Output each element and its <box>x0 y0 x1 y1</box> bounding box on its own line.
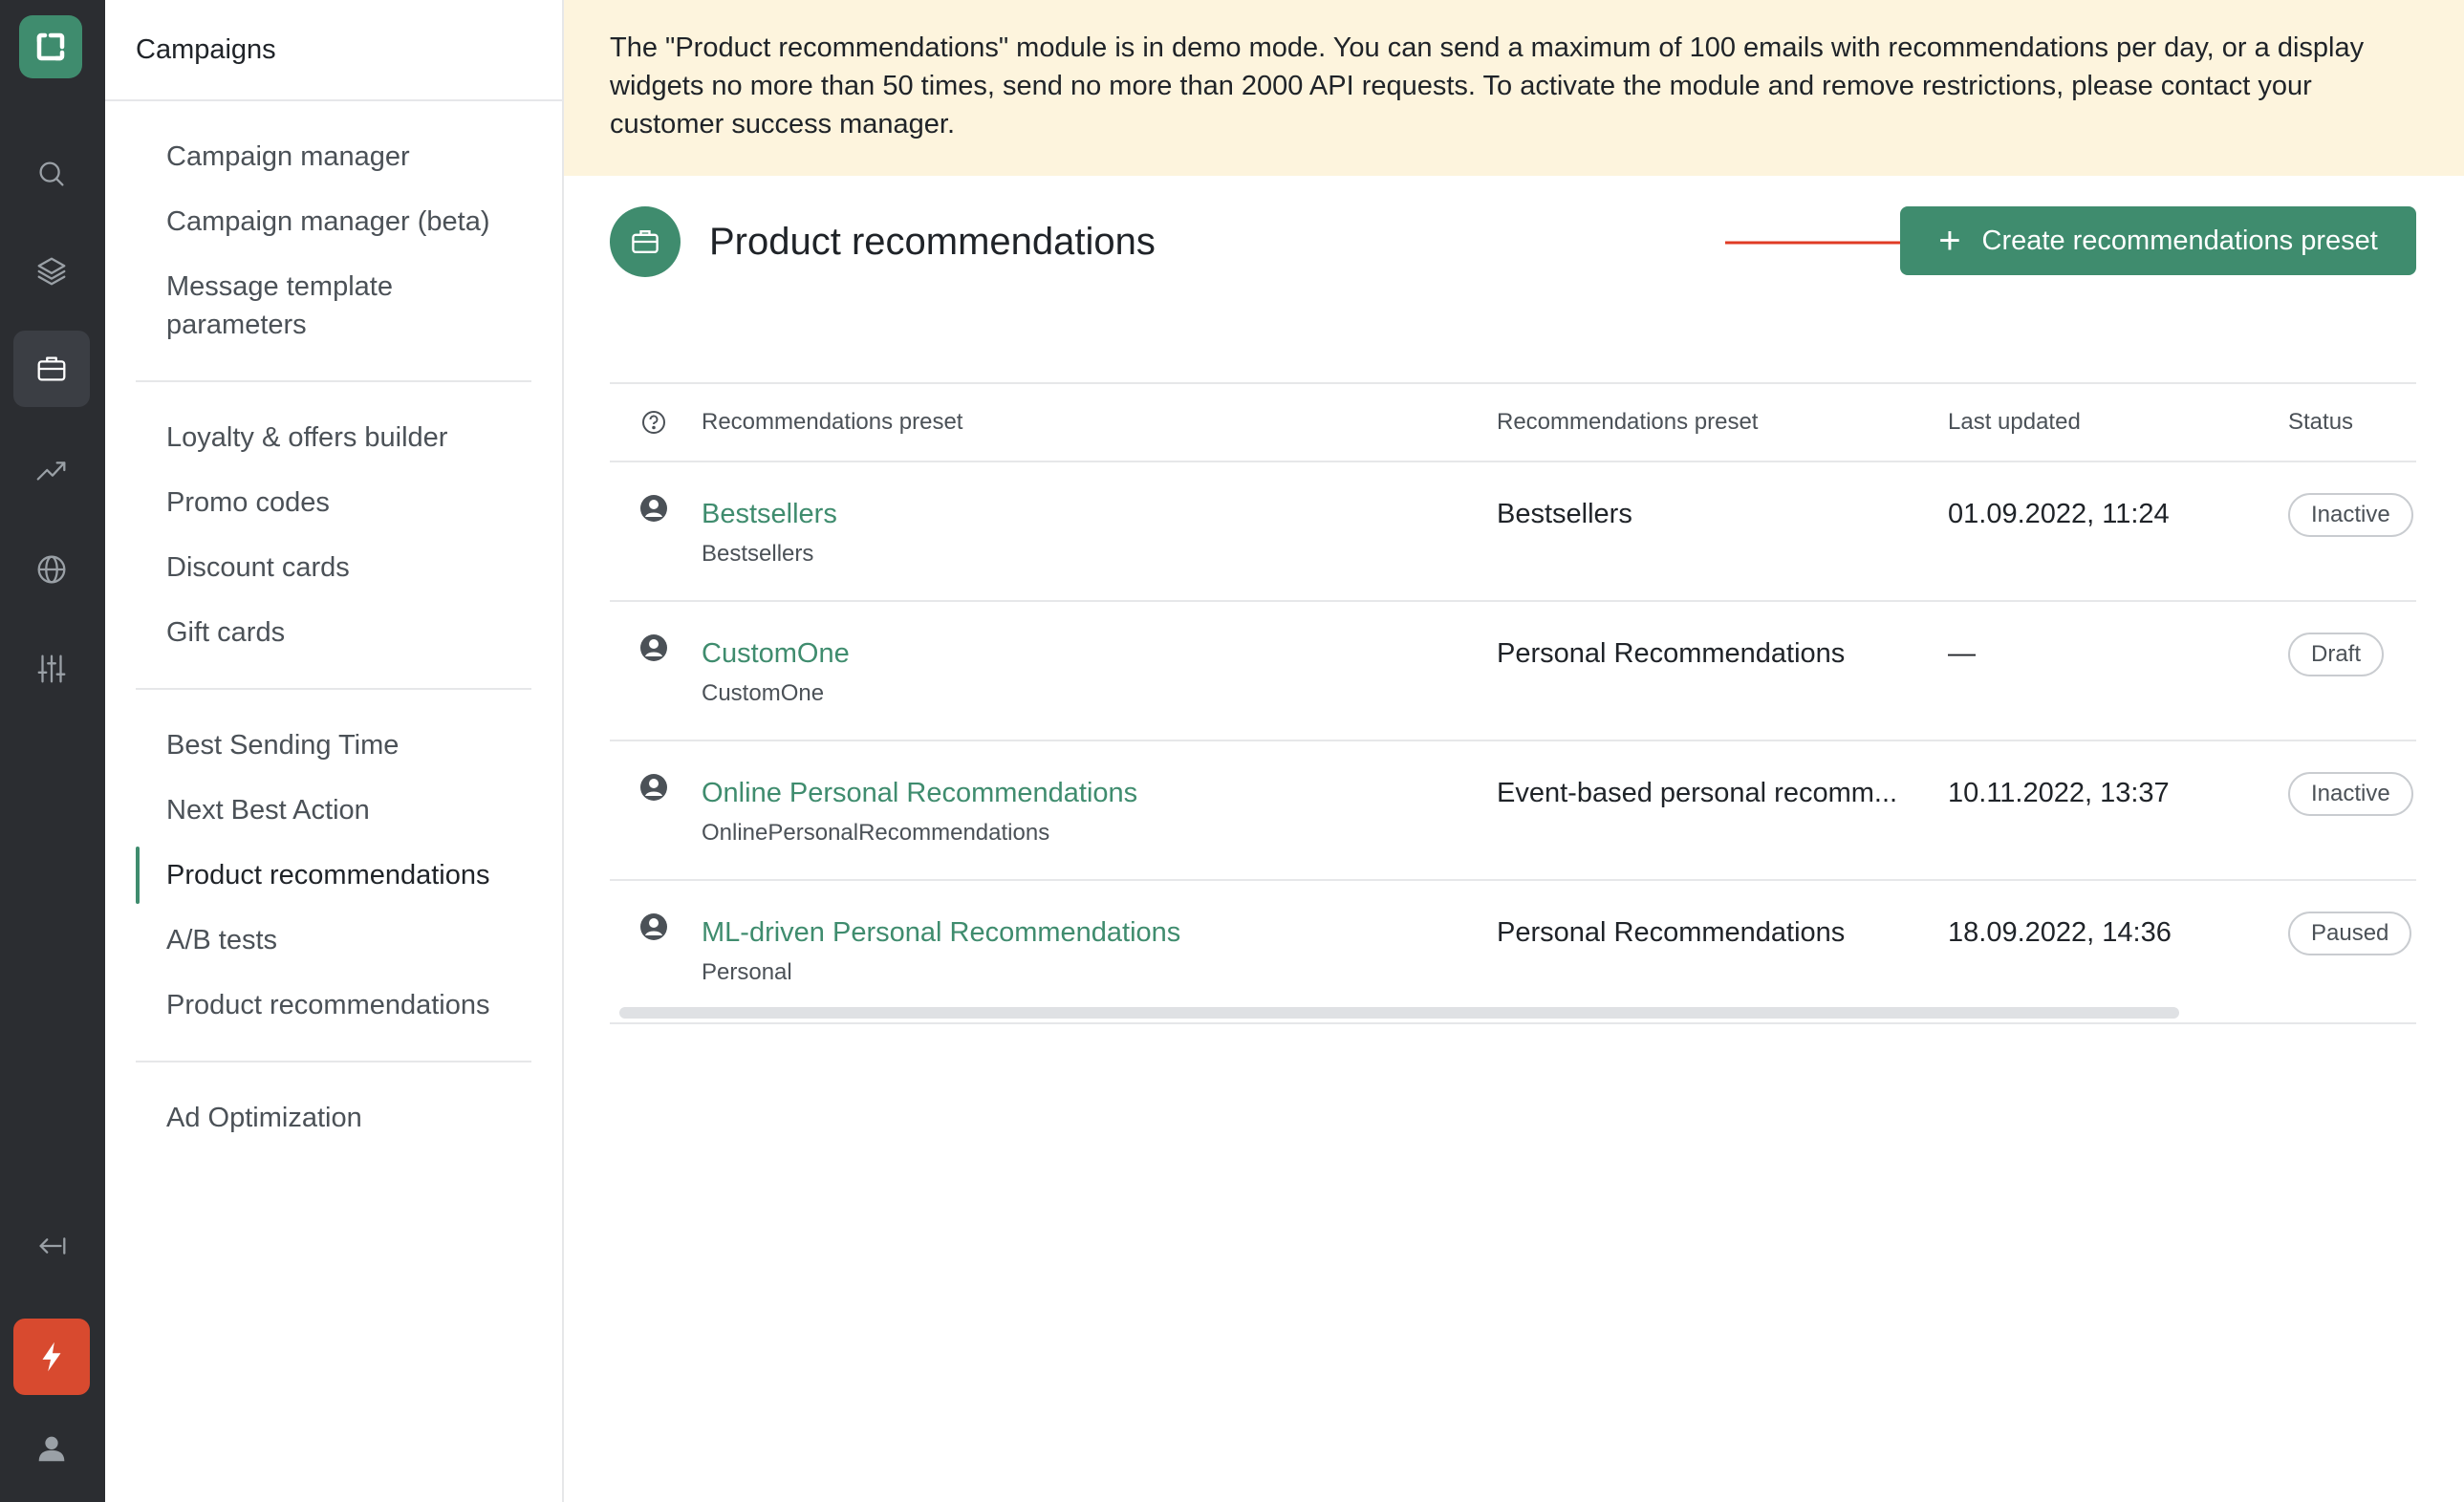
trend-icon[interactable] <box>13 432 90 508</box>
user-icon[interactable] <box>13 1410 90 1487</box>
sidebar-item-campaign-manager-beta[interactable]: Campaign manager (beta) <box>136 189 531 254</box>
user-circle-icon <box>638 912 669 942</box>
preset-name-link[interactable]: Online Personal Recommendations <box>702 774 1137 812</box>
sidebar-item-ab-tests[interactable]: A/B tests <box>136 908 531 973</box>
create-preset-button[interactable]: + Create recommendations preset <box>1900 206 2416 275</box>
sidebar-header: Campaigns <box>105 0 562 101</box>
preset-last-updated: 18.09.2022, 14:36 <box>1948 917 2172 948</box>
layers-icon[interactable] <box>13 233 90 310</box>
preset-system-name: Bestsellers <box>702 541 814 567</box>
bolt-icon[interactable] <box>13 1319 90 1395</box>
nav-group-ai: Best Sending Time Next Best Action Produ… <box>136 690 531 1062</box>
page-header: Product recommendations + Create recomme… <box>610 206 2416 277</box>
nav-group-ads: Ad Optimization <box>136 1062 531 1173</box>
plus-icon: + <box>1938 220 1961 262</box>
column-header-status[interactable]: Status <box>2288 409 2353 436</box>
nav-group-campaigns: Campaign manager Campaign manager (beta)… <box>136 101 531 382</box>
banner-text: The "Product recommendations" module is … <box>610 32 2365 139</box>
demo-mode-banner: The "Product recommendations" module is … <box>564 0 2464 176</box>
status-badge: Inactive <box>2288 493 2413 537</box>
main-content: The "Product recommendations" module is … <box>564 0 2464 1502</box>
table-header: Recommendations preset Recommendations p… <box>610 382 2416 462</box>
help-icon[interactable] <box>640 409 667 436</box>
sliders-icon[interactable] <box>13 631 90 707</box>
status-badge: Draft <box>2288 633 2385 676</box>
preset-name-link[interactable]: ML-driven Personal Recommendations <box>702 913 1180 952</box>
sidebar-item-message-template-parameters[interactable]: Message template parameters <box>136 254 531 357</box>
status-badge: Inactive <box>2288 772 2413 816</box>
preset-type: Personal Recommendations <box>1497 917 1846 948</box>
sidebar-item-campaign-manager[interactable]: Campaign manager <box>136 124 531 189</box>
column-header-type[interactable]: Recommendations preset <box>1497 409 1758 436</box>
presets-table: Recommendations preset Recommendations p… <box>610 382 2416 1024</box>
column-header-name[interactable]: Recommendations preset <box>702 409 962 436</box>
sidebar-item-gift-cards[interactable]: Gift cards <box>136 600 531 665</box>
arrow-annotation-icon <box>1725 235 1928 250</box>
create-preset-label: Create recommendations preset <box>1981 225 2378 256</box>
briefcase-icon[interactable] <box>13 331 90 407</box>
sidebar-item-best-sending-time[interactable]: Best Sending Time <box>136 713 531 778</box>
sidebar-item-product-recommendations-2[interactable]: Product recommendations <box>136 973 531 1038</box>
user-circle-icon <box>638 493 669 524</box>
preset-type: Personal Recommendations <box>1497 638 1846 669</box>
preset-last-updated: — <box>1948 638 1976 669</box>
sidebar-item-loyalty-builder[interactable]: Loyalty & offers builder <box>136 405 531 470</box>
page-title: Product recommendations <box>709 221 1156 263</box>
status-badge: Paused <box>2288 912 2412 955</box>
scrollbar-thumb[interactable] <box>619 1007 2179 1019</box>
collapse-icon[interactable] <box>13 1208 90 1284</box>
sidebar-item-product-recommendations[interactable]: Product recommendations <box>136 843 531 908</box>
table-row[interactable]: Bestsellers Bestsellers Bestsellers 01.0… <box>610 462 2416 602</box>
briefcase-icon <box>610 206 681 277</box>
app-rail <box>0 0 105 1502</box>
preset-type: Event-based personal recomm... <box>1497 778 1898 808</box>
table-row[interactable]: ML-driven Personal Recommendations Perso… <box>610 881 2416 1020</box>
globe-icon[interactable] <box>13 531 90 608</box>
preset-system-name: CustomOne <box>702 680 825 706</box>
search-icon[interactable] <box>13 136 90 212</box>
nav-group-loyalty: Loyalty & offers builder Promo codes Dis… <box>136 382 531 690</box>
sidebar-item-ad-optimization[interactable]: Ad Optimization <box>136 1085 531 1150</box>
column-header-last-updated[interactable]: Last updated <box>1948 409 2081 436</box>
horizontal-scrollbar[interactable] <box>610 1007 2416 1024</box>
preset-last-updated: 10.11.2022, 13:37 <box>1948 778 2170 808</box>
preset-system-name: OnlinePersonalRecommendations <box>702 820 1050 846</box>
preset-last-updated: 01.09.2022, 11:24 <box>1948 499 2170 529</box>
preset-name-link[interactable]: Bestsellers <box>702 495 837 533</box>
user-circle-icon <box>638 772 669 803</box>
sidebar-item-promo-codes[interactable]: Promo codes <box>136 470 531 535</box>
preset-type: Bestsellers <box>1497 499 1632 529</box>
preset-system-name: Personal <box>702 959 792 985</box>
logo-icon[interactable] <box>19 15 82 78</box>
preset-name-link[interactable]: CustomOne <box>702 634 850 673</box>
sidebar-title: Campaigns <box>136 33 276 65</box>
sidebar-item-discount-cards[interactable]: Discount cards <box>136 535 531 600</box>
sidebar-item-next-best-action[interactable]: Next Best Action <box>136 778 531 843</box>
table-row[interactable]: CustomOne CustomOne Personal Recommendat… <box>610 602 2416 741</box>
sidebar: Campaigns Campaign manager Campaign mana… <box>105 0 564 1502</box>
user-circle-icon <box>638 633 669 663</box>
table-row[interactable]: Online Personal Recommendations OnlinePe… <box>610 741 2416 881</box>
